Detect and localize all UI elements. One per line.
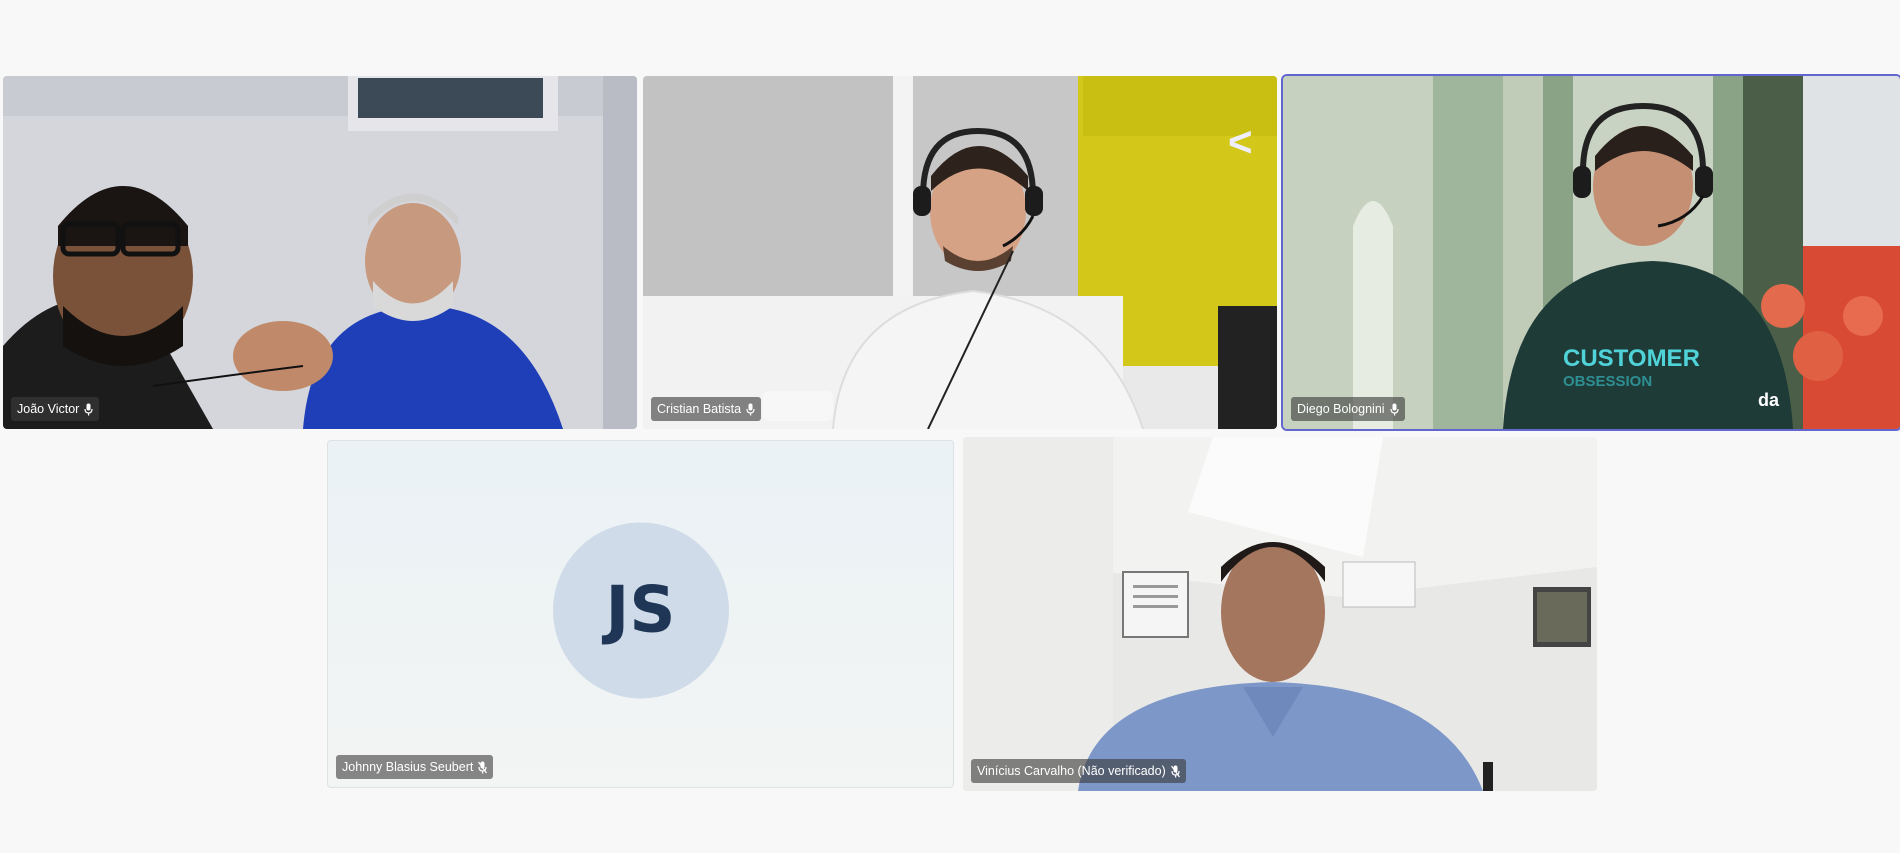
microphone-icon [1389, 403, 1399, 415]
participant-name-tag: Vinícius Carvalho (Não verificado) [971, 759, 1186, 783]
video-tile-joao-victor[interactable]: João Victor [3, 76, 637, 429]
participant-name: Cristian Batista [657, 402, 742, 416]
svg-text:<: < [1228, 118, 1253, 165]
participant-avatar: JS [552, 522, 729, 699]
participant-video: < [643, 76, 1277, 429]
participant-name-tag: Johnny Blasius Seubert [336, 755, 494, 779]
participant-name-tag: Cristian Batista [651, 397, 762, 421]
participant-name-tag: Diego Bolognini [1291, 397, 1405, 421]
participant-name: Vinícius Carvalho (Não verificado) [977, 764, 1166, 778]
participant-name-tag: João Victor [11, 397, 100, 421]
avatar-initials: JS [605, 573, 676, 648]
participant-video [963, 437, 1597, 791]
microphone-muted-icon [1170, 765, 1180, 777]
svg-text:da: da [1758, 390, 1780, 410]
microphone-muted-icon [478, 761, 488, 773]
video-tile-johnny-blasius-seubert[interactable]: JS Johnny Blasius Seubert [327, 440, 954, 788]
microphone-icon [84, 403, 93, 415]
participant-name: Johnny Blasius Seubert [342, 760, 474, 774]
participant-video [3, 76, 637, 429]
participant-name: Diego Bolognini [1297, 402, 1385, 416]
participant-name: João Victor [17, 402, 80, 416]
svg-text:OBSESSION: OBSESSION [1563, 373, 1652, 390]
video-tile-diego-bolognini[interactable]: CUSTOMER OBSESSION da Diego Bolognini [1281, 74, 1900, 431]
participant-video: CUSTOMER OBSESSION da [1283, 76, 1900, 429]
microphone-icon [746, 403, 755, 415]
video-tile-vinicius-carvalho[interactable]: Vinícius Carvalho (Não verificado) [963, 437, 1597, 791]
svg-text:CUSTOMER: CUSTOMER [1563, 345, 1700, 372]
video-tile-cristian-batista[interactable]: < Cristian Batista [643, 76, 1277, 429]
